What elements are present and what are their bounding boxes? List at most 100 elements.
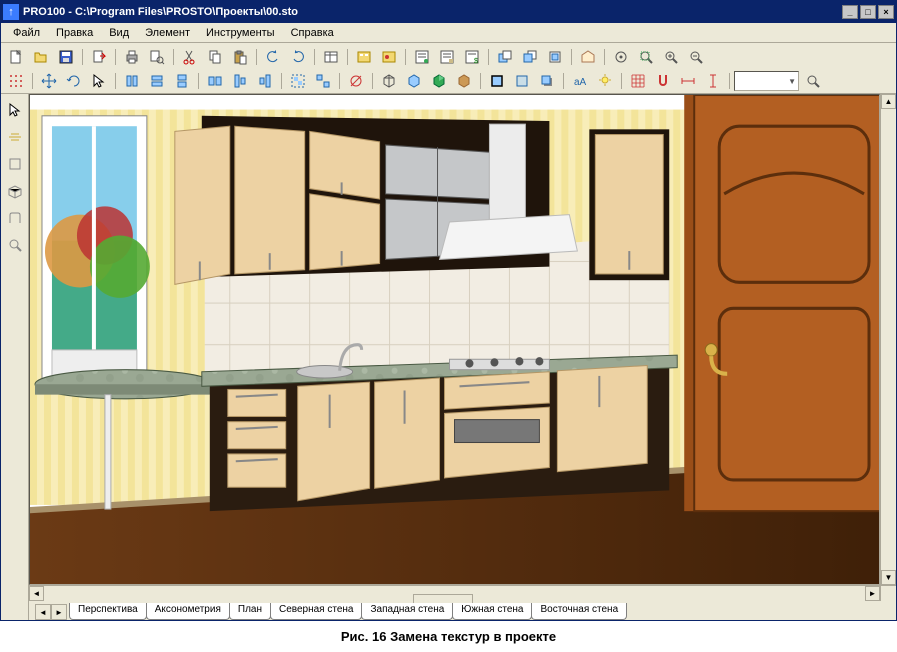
zoom-fit-button[interactable]: [634, 46, 657, 68]
separator: [477, 70, 483, 92]
menu-view[interactable]: Вид: [101, 25, 137, 41]
redo-button[interactable]: [286, 46, 309, 68]
separator: [568, 46, 574, 68]
group-button[interactable]: [286, 70, 309, 92]
vertical-scrollbar[interactable]: ▲ ▼: [880, 94, 896, 585]
maximize-button[interactable]: □: [860, 5, 876, 19]
paste-button[interactable]: [228, 46, 251, 68]
grid-button[interactable]: [626, 70, 649, 92]
tab-north-wall[interactable]: Северная стена: [270, 603, 363, 620]
props-button[interactable]: [319, 46, 342, 68]
snap-button[interactable]: [651, 70, 674, 92]
tab-plan[interactable]: План: [229, 603, 271, 620]
tab-west-wall[interactable]: Западная стена: [361, 603, 453, 620]
menu-tools[interactable]: Инструменты: [198, 25, 283, 41]
textured-button[interactable]: [452, 70, 475, 92]
tab-next-button[interactable]: ►: [51, 604, 67, 620]
room-button[interactable]: [576, 46, 599, 68]
light-tool[interactable]: [3, 125, 27, 149]
align2-button[interactable]: [145, 70, 168, 92]
save-button[interactable]: [54, 46, 77, 68]
center-button[interactable]: [609, 46, 632, 68]
tab-prev-button[interactable]: ◄: [35, 604, 51, 620]
open-button[interactable]: [29, 46, 52, 68]
toolbar-row-1: $: [4, 45, 893, 69]
order-back-button[interactable]: [493, 46, 516, 68]
shape-tool[interactable]: [3, 206, 27, 230]
snap-grid-button[interactable]: [4, 70, 27, 92]
materials-button[interactable]: [377, 46, 400, 68]
solid-button[interactable]: [402, 70, 425, 92]
zoom-combo[interactable]: ▼: [734, 71, 799, 91]
scroll-corner: [880, 586, 896, 602]
cursor-tool[interactable]: [3, 98, 27, 122]
tab-nav-buttons: ◄ ►: [31, 604, 67, 620]
list2-button[interactable]: [435, 46, 458, 68]
zoom-region-tool[interactable]: [3, 233, 27, 257]
align5-button[interactable]: [228, 70, 251, 92]
transparent-button[interactable]: [510, 70, 533, 92]
copy-button[interactable]: [203, 46, 226, 68]
horizontal-scrollbar[interactable]: ◄ ►: [29, 585, 896, 601]
align4-button[interactable]: [203, 70, 226, 92]
viewport-3d[interactable]: [29, 94, 880, 585]
menu-help[interactable]: Справка: [283, 25, 342, 41]
print-button[interactable]: [120, 46, 143, 68]
tab-east-wall[interactable]: Восточная стена: [531, 603, 627, 620]
svg-text:$: $: [474, 58, 478, 65]
order-front-button[interactable]: [518, 46, 541, 68]
edges-button[interactable]: [485, 70, 508, 92]
close-button[interactable]: ×: [878, 5, 894, 19]
rotate-tool[interactable]: [62, 70, 85, 92]
list1-button[interactable]: [410, 46, 433, 68]
scroll-up-button[interactable]: ▲: [881, 94, 896, 109]
dims1-button[interactable]: [676, 70, 699, 92]
dropdown-arrow-icon: ▼: [788, 77, 796, 86]
separator: [278, 70, 284, 92]
align3-button[interactable]: [170, 70, 193, 92]
shelf-tool[interactable]: [3, 179, 27, 203]
ungroup-button[interactable]: [311, 70, 334, 92]
wireframe-button[interactable]: [377, 70, 400, 92]
move-tool[interactable]: [37, 70, 60, 92]
menu-file[interactable]: Файл: [5, 25, 48, 41]
zoom-out-button[interactable]: [684, 46, 707, 68]
export-button[interactable]: [87, 46, 110, 68]
print-preview-button[interactable]: [145, 46, 168, 68]
viewport-wrap: ▲ ▼ ◄ ► ◄ ► Перспектива: [29, 94, 896, 620]
separator: [560, 70, 566, 92]
tab-perspective[interactable]: Перспектива: [69, 603, 147, 620]
cooktop: [450, 357, 550, 369]
hide-button[interactable]: [344, 70, 367, 92]
separator: [195, 70, 201, 92]
new-button[interactable]: [4, 46, 27, 68]
align6-button[interactable]: [253, 70, 276, 92]
cut-button[interactable]: [178, 46, 201, 68]
tab-axonometry[interactable]: Аксонометрия: [146, 603, 230, 620]
list3-button[interactable]: $: [460, 46, 483, 68]
scroll-down-button[interactable]: ▼: [881, 570, 896, 585]
zoom-button[interactable]: [801, 70, 824, 92]
catalog-button[interactable]: [352, 46, 375, 68]
menu-edit[interactable]: Правка: [48, 25, 101, 41]
scroll-left-button[interactable]: ◄: [29, 586, 44, 601]
select-tool[interactable]: [87, 70, 110, 92]
labels-button[interactable]: aA: [568, 70, 591, 92]
shadows-button[interactable]: [535, 70, 558, 92]
align1-button[interactable]: [120, 70, 143, 92]
undo-button[interactable]: [261, 46, 284, 68]
minimize-button[interactable]: _: [842, 5, 858, 19]
separator: [485, 46, 491, 68]
window: [42, 116, 150, 387]
scroll-right-button[interactable]: ►: [865, 586, 880, 601]
shaded-button[interactable]: [427, 70, 450, 92]
zoom-in-button[interactable]: [659, 46, 682, 68]
panel-tool[interactable]: [3, 152, 27, 176]
figure-caption: Рис. 16 Замена текстур в проекте: [0, 621, 897, 652]
tab-south-wall[interactable]: Южная стена: [452, 603, 532, 620]
order-deeper-button[interactable]: [543, 46, 566, 68]
light-button[interactable]: [593, 70, 616, 92]
door: [684, 95, 879, 511]
menu-element[interactable]: Элемент: [137, 25, 198, 41]
dims2-button[interactable]: [701, 70, 724, 92]
